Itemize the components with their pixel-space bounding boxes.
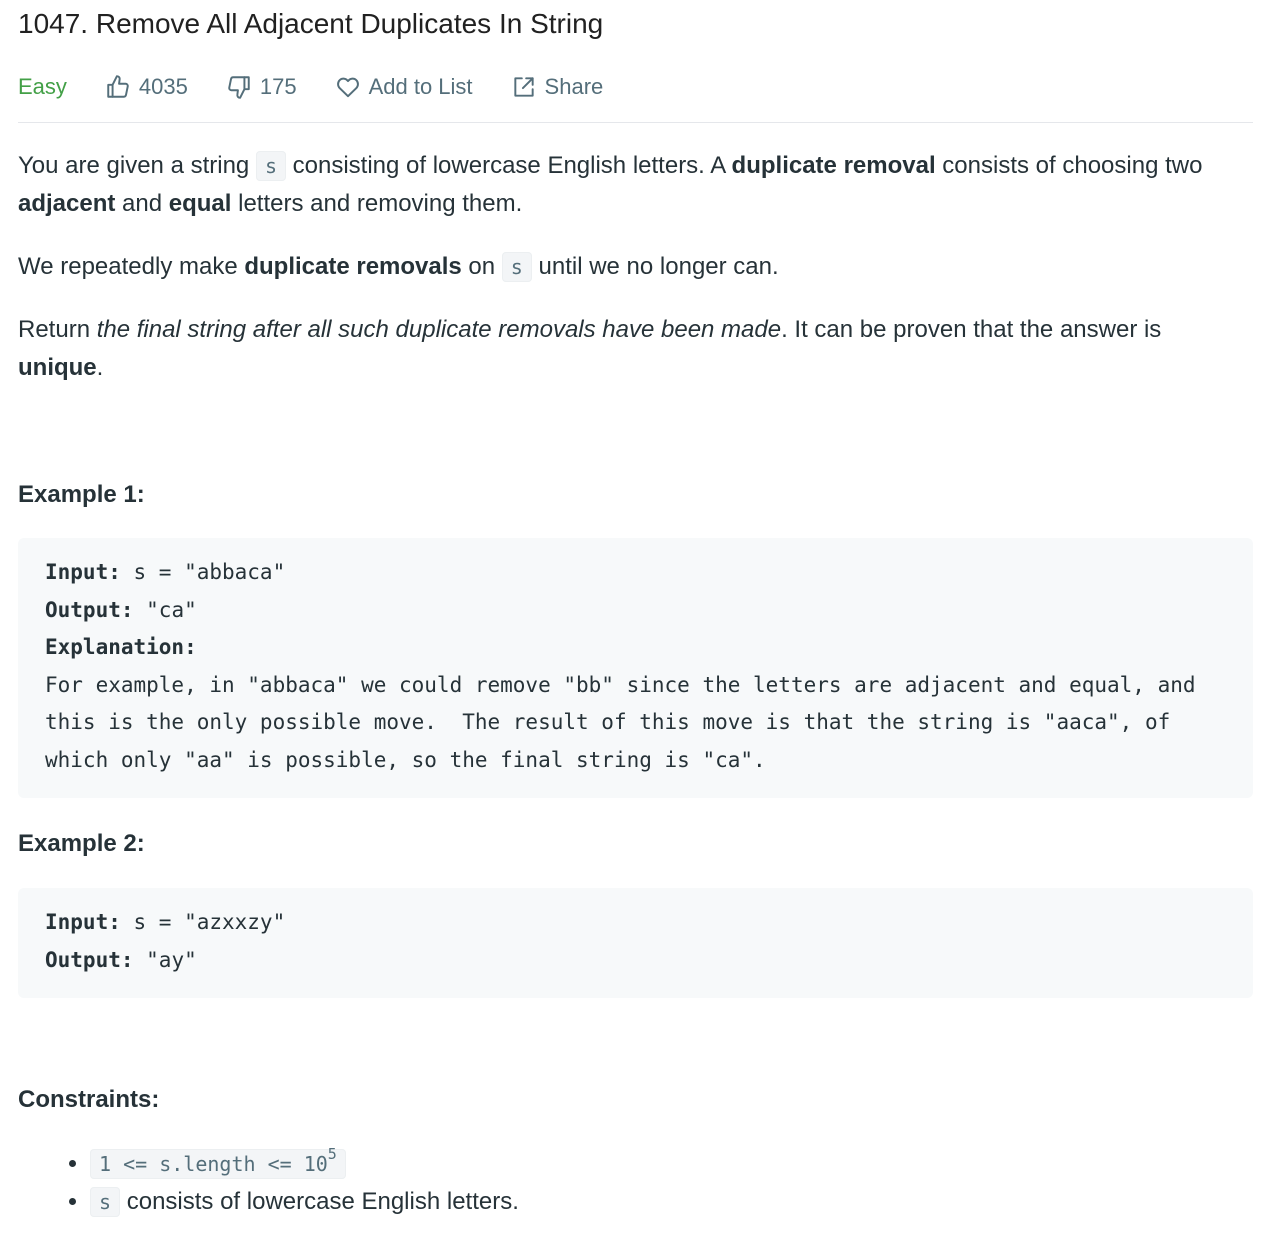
add-to-list-button[interactable]: Add to List	[335, 74, 473, 100]
constraints-list: 1 <= s.length <= 105 s consists of lower…	[18, 1145, 1253, 1221]
dislike-count: 175	[259, 74, 297, 99]
inline-code-s: s	[90, 1187, 121, 1217]
example-2-block: Input: s = "azxxzy" Output: "ay"	[18, 888, 1253, 998]
constraint-item: 1 <= s.length <= 105	[90, 1145, 1253, 1183]
problem-title: 1047. Remove All Adjacent Duplicates In …	[18, 8, 604, 39]
share-button[interactable]: Share	[511, 74, 604, 100]
like-count: 4035	[138, 74, 188, 99]
problem-description: You are given a string s consisting of l…	[18, 147, 1253, 1221]
constraint-code-length: 1 <= s.length <= 105	[90, 1147, 346, 1179]
example-1-title: Example 1:	[18, 481, 145, 508]
example-1-explanation: For example, in "abbaca" we could remove…	[45, 672, 1209, 772]
description-paragraph-3: Return the final string after all such d…	[18, 316, 1162, 381]
share-icon	[513, 77, 534, 97]
inline-code-s: s	[501, 252, 532, 282]
thumbs-down-icon	[228, 76, 250, 99]
example-2-title: Example 2:	[18, 830, 145, 857]
constraint-item: s consists of lowercase English letters.	[90, 1183, 1253, 1221]
example-1-block: Input: s = "abbaca" Output: "ca" Explana…	[18, 538, 1253, 798]
inline-code-s: s	[255, 151, 286, 181]
constraints-title: Constraints:	[18, 1086, 160, 1113]
dislike-button[interactable]: 175	[226, 74, 297, 100]
description-paragraph-2: We repeatedly make duplicate removals on…	[18, 252, 779, 282]
problem-page: 1047. Remove All Adjacent Duplicates In …	[0, 0, 1278, 1221]
like-button[interactable]: 4035	[105, 74, 188, 100]
add-to-list-label: Add to List	[368, 74, 473, 99]
thumbs-up-icon	[107, 75, 129, 98]
description-paragraph-1: You are given a string s consisting of l…	[18, 151, 1203, 217]
share-label: Share	[544, 74, 604, 99]
meta-divider	[18, 122, 1253, 123]
problem-meta-bar: Easy 4035 175 Add to List Share	[18, 62, 1253, 112]
heart-icon	[336, 77, 359, 98]
difficulty-badge: Easy	[18, 74, 67, 99]
